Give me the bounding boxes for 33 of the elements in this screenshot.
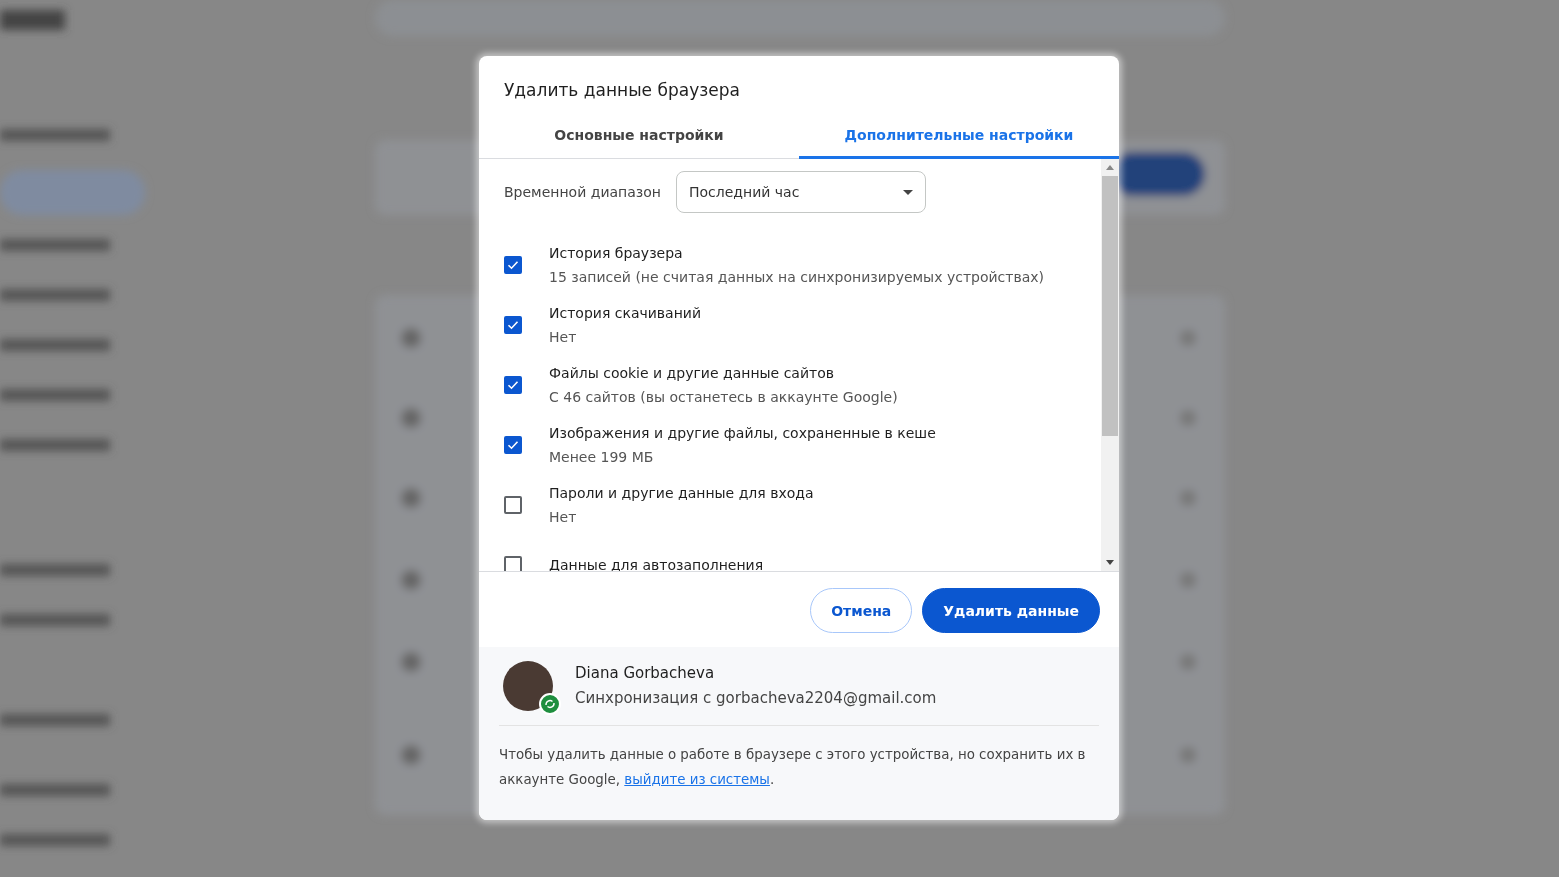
checkbox[interactable] bbox=[504, 256, 522, 274]
item-detail: Нет bbox=[549, 508, 578, 527]
tab[interactable]: Дополнительные настройки bbox=[799, 114, 1119, 159]
checkbox-label: История браузера bbox=[549, 244, 684, 263]
checkbox-label: Изображения и другие файлы, сохраненные в кеше bbox=[549, 424, 936, 443]
sign-out-note: Чтобы удалить данные о работе в браузере с этого устройства, но сохранить их в аккаунте Google, выйдите из системы. bbox=[499, 746, 1087, 789]
checkbox-label: История скачиваний bbox=[549, 304, 702, 323]
item-detail: С 46 сайтов (вы останетесь в аккаунте Google) bbox=[549, 388, 898, 407]
checkbox[interactable] bbox=[504, 496, 522, 514]
scroll-up-icon[interactable] bbox=[1106, 165, 1114, 170]
item-detail: Нет bbox=[549, 328, 578, 347]
item-detail: Менее 199 МБ bbox=[549, 448, 655, 467]
time-range-label: Временной диапазон bbox=[504, 184, 661, 200]
cancel-button[interactable]: Отмена bbox=[810, 588, 913, 633]
sync-status: Синхронизация с gorbacheva2204@gmail.com bbox=[575, 688, 937, 709]
checkbox[interactable] bbox=[504, 436, 522, 454]
scrollbar[interactable] bbox=[1101, 159, 1119, 571]
checkbox[interactable] bbox=[504, 316, 522, 334]
item-detail: 15 записей (не считая данных на синхронизируемых устройствах) bbox=[549, 268, 1045, 287]
sync-icon bbox=[539, 693, 561, 715]
tab[interactable]: Основные настройки bbox=[479, 114, 799, 159]
checkbox-label: Пароли и другие данные для входа bbox=[549, 484, 814, 503]
checkbox[interactable] bbox=[504, 556, 522, 571]
dialog-title: Удалить данные браузера bbox=[503, 79, 741, 102]
sign-out-link[interactable]: выйдите из системы bbox=[624, 772, 770, 787]
caret-icon bbox=[902, 189, 913, 195]
checkbox-label: Файлы cookie и другие данные сайтов bbox=[549, 364, 836, 383]
avatar bbox=[503, 661, 553, 711]
delete-data-button[interactable]: Удалить данные bbox=[922, 588, 1100, 633]
account-name: Diana Gorbacheva bbox=[575, 663, 716, 684]
checkbox[interactable] bbox=[504, 376, 522, 394]
time-range-dropdown[interactable]: Последний час bbox=[675, 171, 926, 213]
scroll-down-icon[interactable] bbox=[1106, 560, 1114, 565]
